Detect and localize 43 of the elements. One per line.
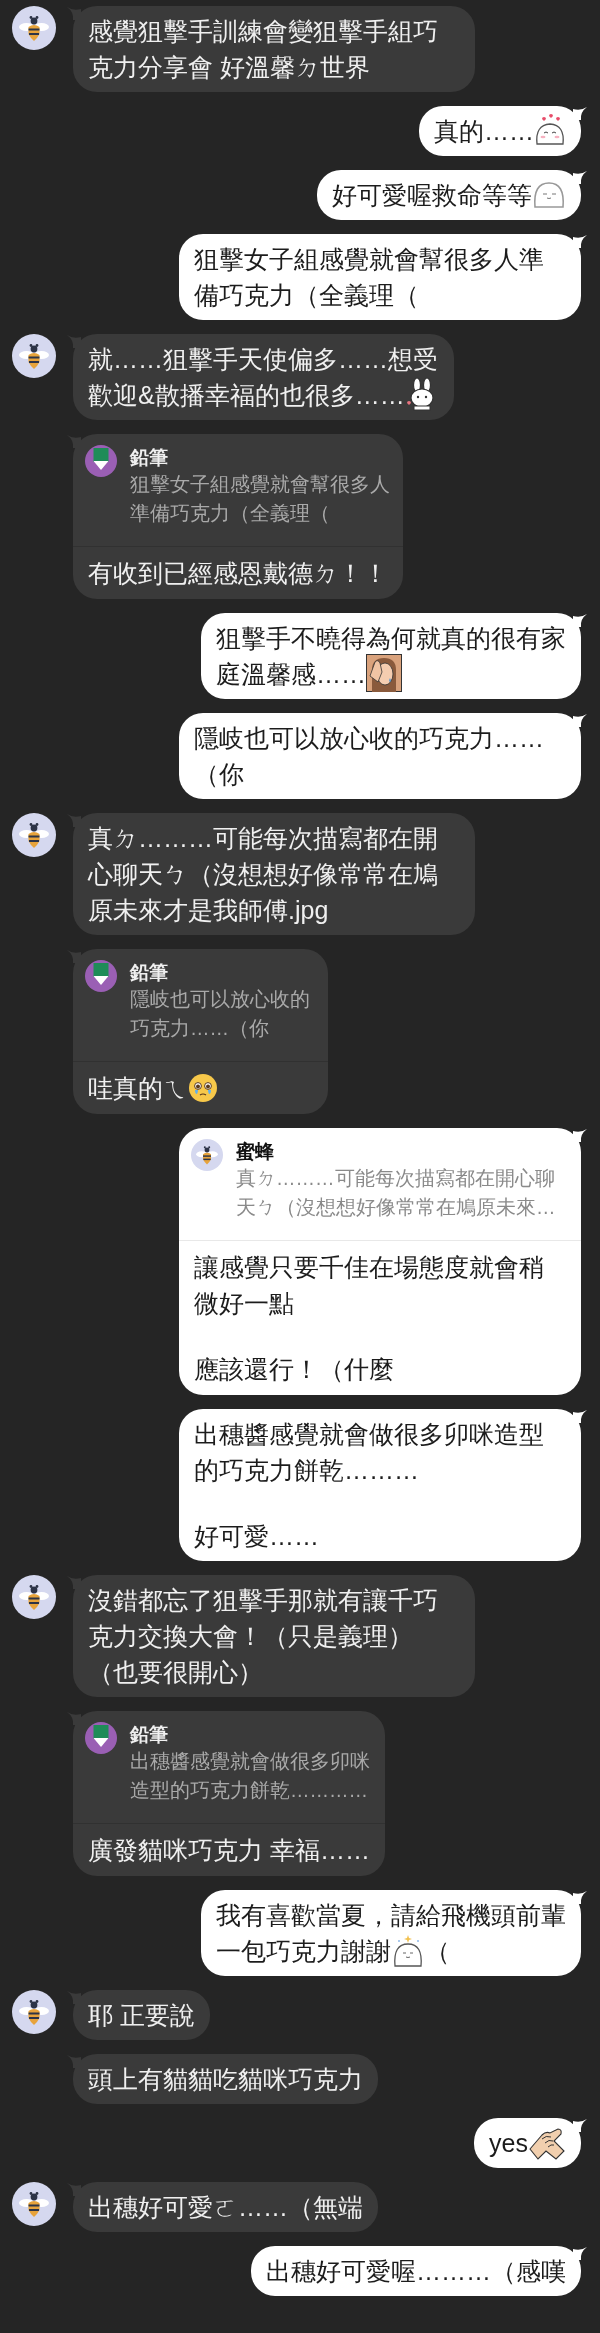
quoted-text: 狙擊女子組感覺就會幫很多人準備巧克力（全義理（ [130, 472, 391, 526]
figure-sticker-icon [366, 654, 402, 693]
message-text: 就……狙擊手天使偏多……想受 [88, 345, 438, 373]
message-text: 隱岐也可以放心收的巧克力……（你 [194, 724, 544, 789]
quote-author: 蜜蜂 [236, 1140, 275, 1165]
quoted-text: 出穗醬感覺就會做很多卯咪造型的巧克力餅乾………… [130, 1749, 371, 1804]
message-text: 有收到已經感恩戴德ㄉ！！ [88, 559, 388, 587]
blob-sticker-icon [532, 179, 566, 210]
message-text: 感覺狙擊手訓練會變狙擊手組巧克力分享會 好溫馨ㄉ世界 [88, 17, 438, 81]
message-text: 讓感覺只要千佳在場態度就會稍微好一點 [194, 1253, 544, 1318]
message-text: yes [489, 2129, 528, 2158]
message-text: 廣發貓咪巧克力 幸福…… [88, 1836, 370, 1865]
message-text: 出穗醬感覺就會做很多卯咪造型的巧克力餅乾……… [194, 1420, 544, 1485]
crying-emoji-icon [188, 1072, 218, 1103]
quoted-text: 隱岐也可以放心收的巧克力……（你 [130, 987, 311, 1042]
quote-author: 鉛筆 [130, 961, 169, 986]
message-text: 一包巧克力謝謝 [216, 1937, 391, 1966]
message-text: 哇真的ㄟ [88, 1074, 188, 1103]
quoted-text: 真ㄉ………可能每次描寫都在開心聊天ㄅ（沒想想好像常常在鳩原未來… [236, 1166, 557, 1221]
message-text: 應該還行！（什麼 [194, 1355, 394, 1384]
message-text: 出穗好可愛喔………（感嘆 [266, 2257, 566, 2286]
blob-sticker-icon [391, 1933, 425, 1968]
message-text: 好可愛…… [194, 1522, 319, 1551]
quote-author: 鉛筆 [130, 446, 169, 470]
message-text: 歡迎&散播幸福的也很多…… [88, 381, 405, 409]
message-text: 庭溫馨感…… [216, 660, 366, 688]
message-text: 真的…… [434, 117, 534, 145]
message-text: 沒錯都忘了狙擊手那就有讓千巧克力交換大會！（只是義理）（也要很開心） [88, 1586, 438, 1687]
message-text: 好可愛喔救命等等 [332, 181, 532, 209]
message-text: 狙擊手不曉得為何就真的很有家 [216, 624, 566, 652]
message-text: 狙擊女子組感覺就會幫很多人準備巧克力（全義理（ [194, 245, 544, 309]
bee-icon [191, 1139, 223, 1172]
message-text: 我有喜歡當夏，請給飛機頭前輩 [216, 1901, 566, 1930]
message-text: 耶 正要說 [88, 2001, 195, 2030]
pencil-icon [85, 960, 117, 993]
pencil-icon [85, 445, 117, 477]
message-text: 真ㄉ………可能每次描寫都在開心聊天ㄅ（沒想想好像常常在鳩原未來才是我師傅.jpg [88, 824, 438, 925]
message-text: 頭上有貓貓吃貓咪巧克力 [88, 2065, 363, 2094]
message-text: 出穗好可愛ㄛ……（無端 [88, 2193, 363, 2222]
quote-author: 鉛筆 [130, 1723, 169, 1748]
pencil-icon [85, 1722, 117, 1755]
message-text: （ [425, 1937, 450, 1966]
blob-sticker-icon [534, 113, 566, 148]
